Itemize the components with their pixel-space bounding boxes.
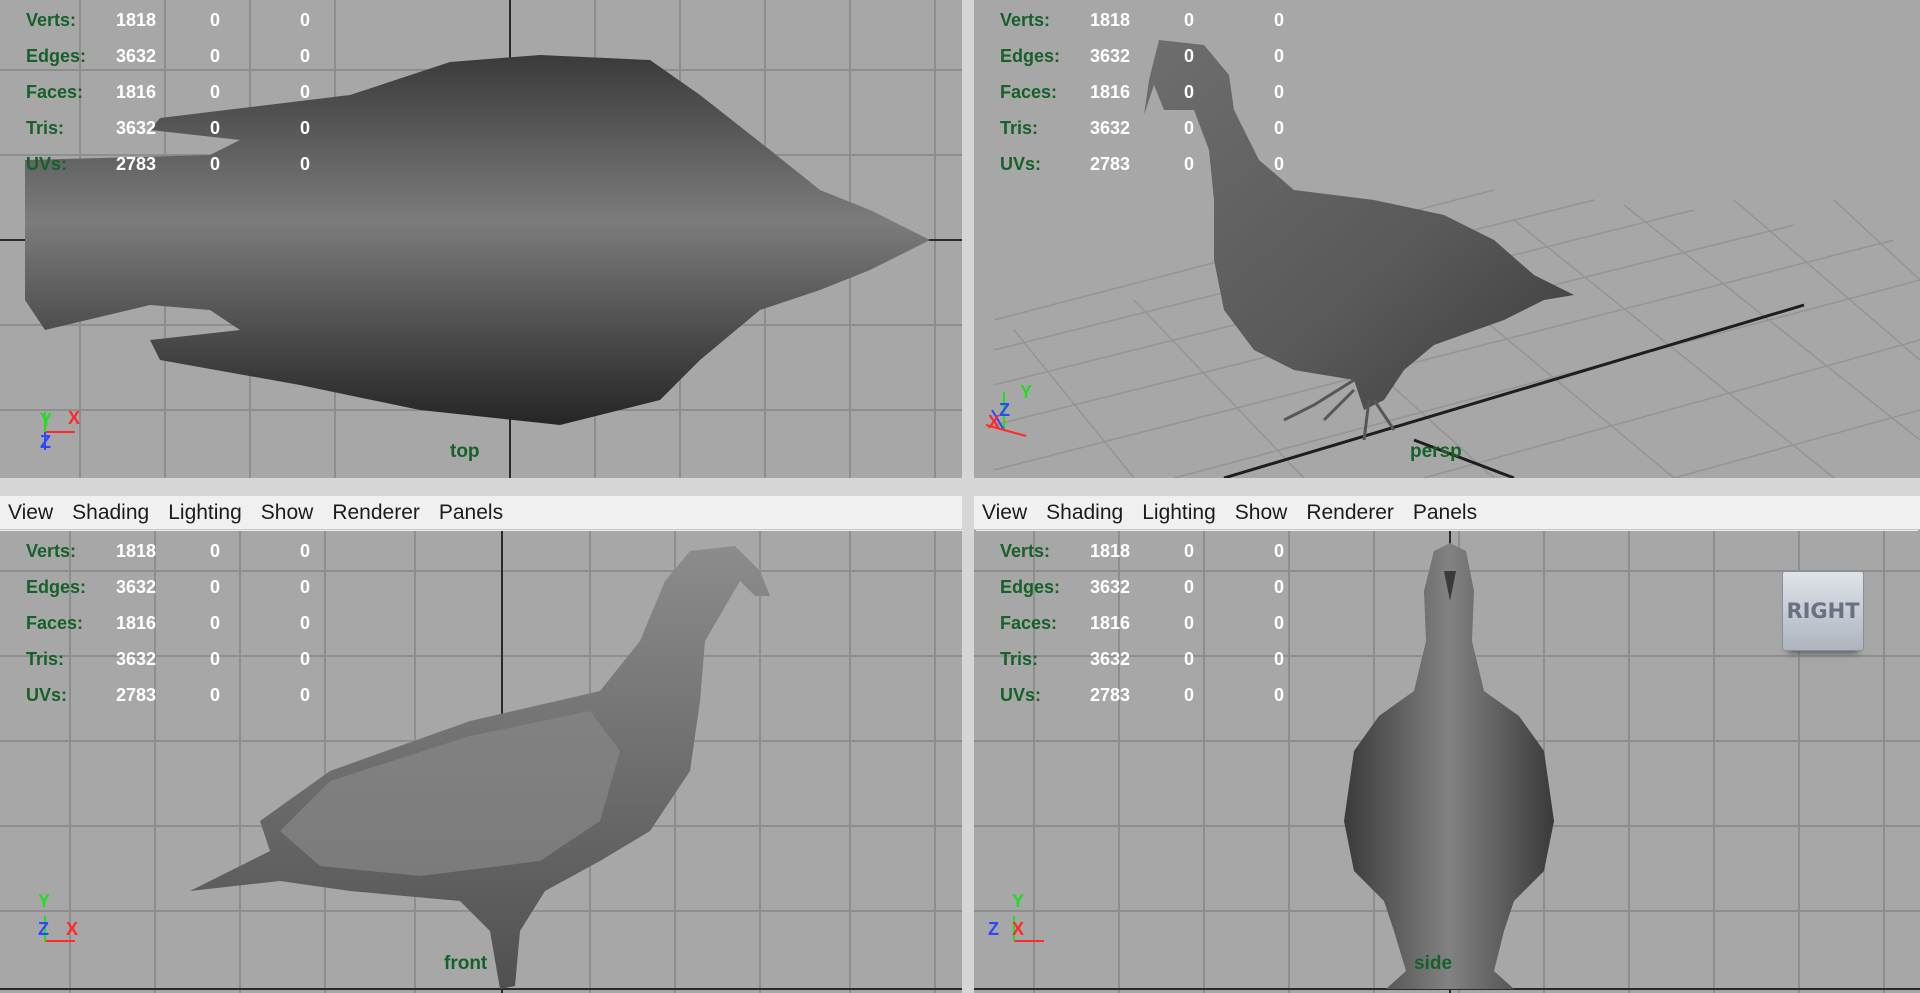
axis-label-x: X <box>1012 919 1025 939</box>
front-viewport[interactable]: Y Z X Verts: 1818 0 0 Edges: 3632 0 0 Faces: 18… <box>0 531 962 993</box>
horizontal-pane-divider[interactable] <box>0 478 1920 496</box>
panel-menu-bar: View Shading Lighting Show Renderer Pane… <box>0 496 962 530</box>
axis-label-z: Z <box>988 919 999 939</box>
poly-count-hud: Verts: 1818 0 0 Edges: 3632 0 0 Faces: 1816 0 0 T… <box>26 541 311 705</box>
poly-count-hud: Verts: 1818 0 0 Edges: 3632 0 0 Faces: 1816 0 0 T… <box>1000 541 1285 705</box>
vertical-pane-divider[interactable] <box>962 0 974 993</box>
side-viewport[interactable]: RIGHT Y Z X Verts: 1818 0 0 Edges: 3632 0 0 Fa… <box>974 531 1920 993</box>
axis-label-z: Z <box>999 400 1010 420</box>
camera-name-label: top <box>450 441 480 462</box>
axis-label-z: Z <box>38 919 49 939</box>
menu-view[interactable]: View <box>982 501 1036 525</box>
poly-count-hud: Verts: 1818 0 0 Edges: 3632 0 0 Faces: 1816 0 0 T… <box>1000 10 1285 174</box>
menu-show[interactable]: Show <box>1235 501 1297 525</box>
top-viewport-panel[interactable]: Y X Z Verts: 1818 0 0 Edges: 3632 0 0 Faces: 18… <box>0 0 962 478</box>
axis-label-y: Y <box>40 410 53 430</box>
top-viewport[interactable]: Y X Z Verts: 1818 0 0 Edges: 3632 0 0 Faces: 18… <box>0 0 962 478</box>
menu-renderer[interactable]: Renderer <box>1306 501 1403 525</box>
bird-model-side[interactable] <box>1344 543 1554 989</box>
menu-panels[interactable]: Panels <box>439 501 512 525</box>
menu-panels[interactable]: Panels <box>1413 501 1486 525</box>
panel-menu-bar: View Shading Lighting Show Renderer Pane… <box>974 496 1920 530</box>
side-viewport-panel[interactable]: View Shading Lighting Show Renderer Pane… <box>974 496 1920 993</box>
axis-label-x: X <box>68 408 81 428</box>
camera-name-label: persp <box>1410 441 1462 462</box>
persp-viewport[interactable]: Y Z X Verts: 1818 0 0 Edges: 3632 0 0 Faces: 18… <box>974 0 1920 478</box>
menu-view[interactable]: View <box>8 501 62 525</box>
menu-shading[interactable]: Shading <box>72 501 158 525</box>
axis-label-y: Y <box>1020 382 1033 402</box>
axis-label-z: Z <box>40 432 51 452</box>
menu-show[interactable]: Show <box>261 501 323 525</box>
axis-label-x: X <box>66 919 79 939</box>
axis-label-y: Y <box>1012 891 1025 911</box>
menu-lighting[interactable]: Lighting <box>1142 501 1225 525</box>
persp-viewport-panel[interactable]: Y Z X Verts: 1818 0 0 Edges: 3632 0 0 Faces: 18… <box>974 0 1920 478</box>
camera-name-label: front <box>444 953 488 974</box>
poly-count-hud: Verts: 1818 0 0 Edges: 3632 0 0 Faces: 1816 0 0 T… <box>26 10 311 174</box>
menu-renderer[interactable]: Renderer <box>332 501 429 525</box>
menu-shading[interactable]: Shading <box>1046 501 1132 525</box>
front-viewport-panel[interactable]: View Shading Lighting Show Renderer Pane… <box>0 496 962 993</box>
axis-label-y: Y <box>38 891 51 911</box>
menu-lighting[interactable]: Lighting <box>168 501 251 525</box>
axis-label-x: X <box>988 412 1001 432</box>
viewcube[interactable]: RIGHT <box>1782 571 1864 651</box>
camera-name-label: side <box>1414 953 1453 974</box>
